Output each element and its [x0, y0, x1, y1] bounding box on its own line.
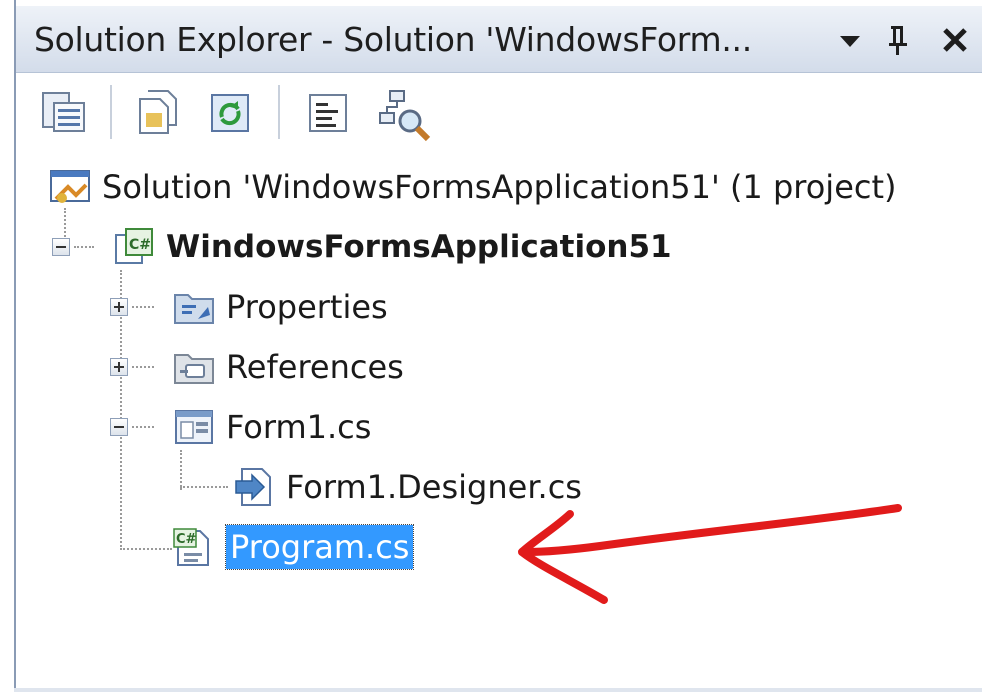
form1-collapse-toggle[interactable]: [110, 418, 128, 436]
tree-connector: [74, 246, 94, 248]
tree-connector: [180, 450, 182, 490]
csharp-project-icon: C#: [115, 228, 153, 264]
solution-explorer-toolbar: [16, 73, 982, 159]
project-label: WindowsFormsApplication51: [166, 229, 672, 265]
program-label: Program.cs: [224, 524, 415, 570]
tree-connector: [132, 366, 154, 368]
references-expand-toggle[interactable]: [110, 358, 128, 376]
references-folder-icon: [174, 354, 214, 384]
tree-node-form1[interactable]: Form1.cs: [172, 400, 371, 454]
toolbar-separator: [110, 85, 112, 139]
pin-icon: [889, 26, 907, 55]
view-code-button[interactable]: [304, 87, 352, 137]
properties-label: Properties: [226, 288, 388, 326]
tree-node-solution[interactable]: Solution 'WindowsFormsApplication51' (1 …: [48, 160, 897, 214]
refresh-button[interactable]: [206, 87, 254, 137]
chevron-down-icon: [840, 36, 860, 47]
properties-button[interactable]: [40, 87, 88, 137]
form1-label: Form1.cs: [226, 408, 372, 446]
refresh-icon: [211, 94, 249, 132]
form-icon: [175, 410, 213, 444]
tree-node-form1-designer[interactable]: Form1.Designer.cs: [232, 460, 582, 514]
auto-hide-pin-button[interactable]: [878, 16, 918, 64]
show-all-files-button[interactable]: [134, 87, 182, 137]
svg-text:C#: C#: [176, 532, 197, 547]
references-label: References: [226, 348, 404, 386]
properties-expand-toggle[interactable]: [110, 298, 128, 316]
title-bar[interactable]: Solution Explorer - Solution 'WindowsFor…: [16, 6, 982, 73]
class-diagram-button[interactable]: [376, 87, 431, 142]
view-code-icon: [309, 94, 347, 132]
panel-bottom-border: [14, 688, 982, 692]
tree-node-properties[interactable]: Properties: [172, 280, 388, 334]
window-position-dropdown-button[interactable]: [830, 16, 870, 64]
tree-node-program[interactable]: C# Program.cs: [172, 520, 415, 574]
solution-icon: [50, 170, 90, 203]
tree-connector: [132, 426, 154, 428]
project-collapse-toggle[interactable]: [52, 238, 70, 256]
solution-tree[interactable]: Solution 'WindowsFormsApplication51' (1 …: [16, 160, 982, 688]
form1-designer-label: Form1.Designer.cs: [286, 468, 582, 506]
tree-connector: [180, 486, 228, 488]
csharp-file-icon: C#: [173, 528, 209, 566]
tree-connector: [120, 548, 172, 550]
show-all-files-icon: [139, 90, 177, 134]
designer-file-icon: [235, 468, 271, 506]
svg-text:C#: C#: [129, 237, 151, 253]
close-button[interactable]: [932, 16, 978, 64]
toolbar-separator: [278, 85, 280, 139]
properties-icon: [42, 92, 85, 132]
properties-folder-icon: [174, 294, 214, 324]
solution-label: Solution 'WindowsFormsApplication51' (1 …: [102, 168, 897, 206]
tree-connector: [132, 306, 154, 308]
close-icon: [943, 28, 967, 52]
tree-node-references[interactable]: References: [172, 340, 404, 394]
window-title: Solution Explorer - Solution 'WindowsFor…: [34, 20, 752, 59]
solution-explorer-panel: Solution Explorer - Solution 'WindowsFor…: [0, 0, 982, 692]
tree-node-project[interactable]: C# WindowsFormsApplication51: [112, 220, 672, 274]
class-view-icon: [379, 90, 431, 142]
